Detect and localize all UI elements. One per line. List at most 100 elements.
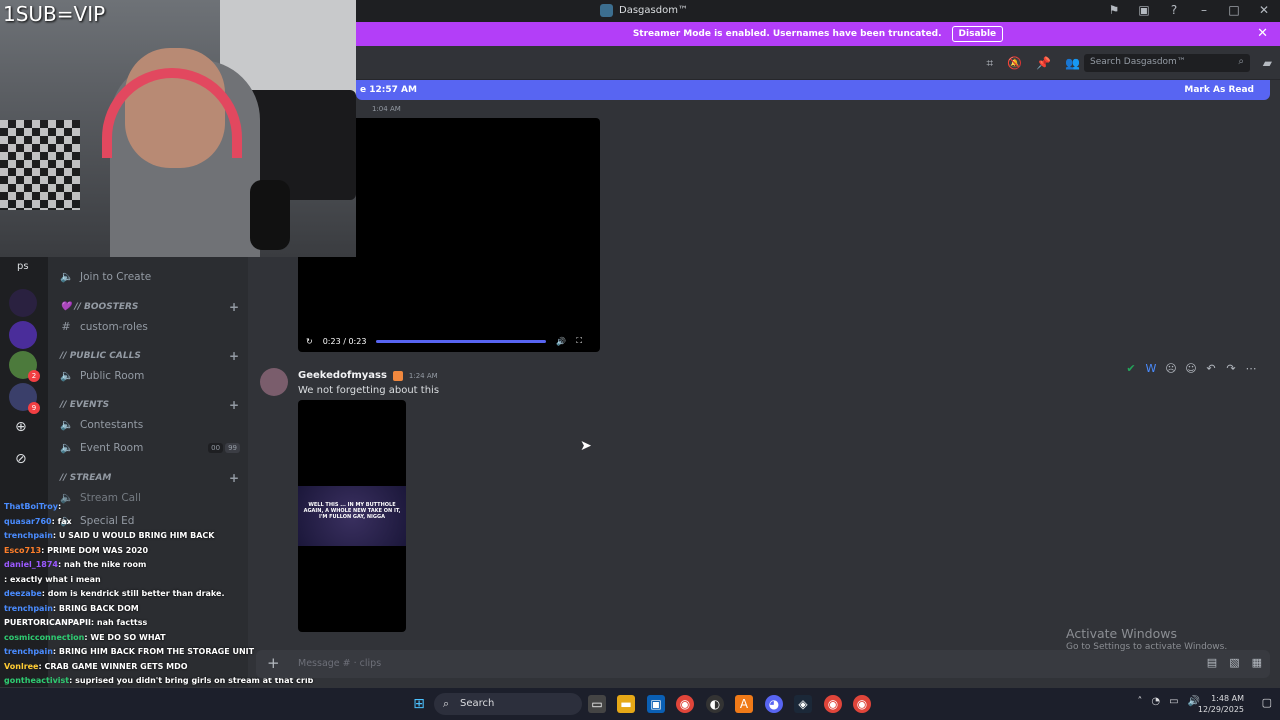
- category-events[interactable]: // Events +: [60, 398, 239, 412]
- wifi-icon[interactable]: ◔: [1151, 696, 1160, 707]
- add-reaction-icon[interactable]: ☺: [1184, 362, 1198, 375]
- explore-icon[interactable]: ⊘: [15, 451, 27, 467]
- gift-icon[interactable]: ▤: [1207, 656, 1217, 669]
- emoji-reaction-icon[interactable]: ☹: [1164, 362, 1178, 375]
- maximize-icon[interactable]: □: [1226, 3, 1242, 17]
- channel-join-to-create[interactable]: 🔈 Join to Create: [60, 270, 151, 283]
- store-icon[interactable]: ▣: [647, 695, 665, 713]
- webcam-text: 1SUB=VIP: [3, 2, 106, 26]
- window-title-text: Dasgasdom™: [619, 5, 688, 16]
- chat-username: daniel_1874: [4, 560, 58, 569]
- video-caption: WELL THIS ... IN MY BUTTHOLE AGAIN, A WH…: [303, 502, 401, 520]
- gif-icon[interactable]: ▧: [1229, 656, 1239, 669]
- app-icon[interactable]: A: [735, 695, 753, 713]
- forward-icon[interactable]: ↷: [1224, 362, 1238, 375]
- new-messages-bar[interactable]: e 12:57 AM Mark As Read: [356, 80, 1270, 100]
- category-label: 💜 // Boosters: [60, 302, 139, 312]
- server-icon[interactable]: [9, 289, 37, 317]
- server-icon[interactable]: 2: [9, 351, 40, 382]
- search-icon: ⌕: [443, 697, 450, 710]
- channel-custom-roles[interactable]: # custom-roles: [60, 320, 148, 333]
- video-controls: ↻ 0:23 / 0:23 🔊 ⛶: [298, 330, 600, 352]
- network-icon[interactable]: ▭: [1169, 696, 1178, 707]
- header-toolbar: ⌗ 🔕 📌 👥: [986, 56, 1080, 71]
- help-icon[interactable]: ?: [1166, 3, 1182, 17]
- mouse-cursor-icon: ➤: [580, 438, 592, 454]
- channel-label: custom-roles: [80, 320, 148, 333]
- sticker-icon[interactable]: ▦: [1252, 656, 1262, 669]
- channel-public-room[interactable]: 🔈 Public Room: [60, 369, 144, 382]
- stream-chat-line: : exactly what i mean: [4, 575, 101, 584]
- search-input[interactable]: Search Dasgasdom™ ⌕: [1084, 54, 1250, 72]
- fullscreen-icon[interactable]: ⛶: [576, 336, 582, 346]
- inbox-icon[interactable]: ▰: [1263, 56, 1272, 70]
- message-input[interactable]: Message # · clips: [298, 658, 381, 669]
- message-timestamp: 1:04 AM: [372, 105, 401, 113]
- file-explorer-icon[interactable]: ▬: [617, 695, 635, 713]
- unread-badge: 2: [28, 370, 40, 382]
- attach-icon[interactable]: +: [267, 654, 280, 672]
- chat-message: : WE DO SO WHAT: [84, 632, 166, 642]
- add-channel-icon[interactable]: +: [229, 398, 239, 412]
- chrome-icon[interactable]: ◉: [853, 695, 871, 713]
- chrome-icon[interactable]: ◉: [676, 695, 694, 713]
- category-public-calls[interactable]: // PUBLIC CALLS +: [60, 349, 239, 363]
- app-icon[interactable]: ◐: [706, 695, 724, 713]
- minimize-icon[interactable]: –: [1196, 3, 1212, 17]
- add-channel-icon[interactable]: +: [229, 300, 239, 314]
- add-channel-icon[interactable]: +: [229, 349, 239, 363]
- w-reaction-icon[interactable]: W: [1144, 362, 1158, 375]
- add-channel-icon[interactable]: +: [229, 471, 239, 485]
- chat-username: PUERTORICANPAPII: [4, 618, 91, 627]
- threads-icon[interactable]: ⌗: [986, 56, 993, 71]
- category-boosters[interactable]: 💜 // Boosters +: [60, 300, 239, 314]
- message-text: We not forgetting about this: [298, 385, 440, 396]
- add-server-icon[interactable]: ⊕: [15, 419, 27, 435]
- chat-message: : dom is kendrick still better than drak…: [41, 589, 225, 598]
- user-limit: 99: [225, 442, 240, 453]
- notifications-icon[interactable]: ▢: [1262, 696, 1272, 709]
- window-title: Dasgasdom™: [600, 4, 688, 17]
- flag-icon[interactable]: ⚑: [1106, 3, 1122, 17]
- server-icon[interactable]: 9: [9, 383, 40, 414]
- start-icon[interactable]: ⊞: [410, 695, 428, 713]
- chrome-icon[interactable]: ◉: [824, 695, 842, 713]
- video-attachment[interactable]: WELL THIS ... IN MY BUTTHOLE AGAIN, A WH…: [298, 400, 406, 632]
- more-icon[interactable]: ⋯: [1244, 362, 1258, 375]
- screen-icon[interactable]: ▣: [1136, 3, 1152, 17]
- discord-icon[interactable]: ◕: [765, 695, 783, 713]
- message-composer[interactable]: + Message # · clips ▤ ▧ ▦: [256, 650, 1270, 678]
- taskbar-search-label: Search: [460, 698, 495, 709]
- mute-icon[interactable]: 🔕: [1007, 56, 1022, 71]
- disable-button[interactable]: Disable: [951, 26, 1004, 42]
- server-icon[interactable]: [9, 321, 37, 349]
- task-view-icon[interactable]: ▭: [588, 695, 606, 713]
- video-progress-bar[interactable]: [376, 339, 547, 343]
- channel-label: Public Room: [80, 369, 145, 382]
- close-icon[interactable]: ✕: [1257, 26, 1268, 41]
- steam-icon[interactable]: ◈: [794, 695, 812, 713]
- volume-icon[interactable]: 🔊: [556, 337, 566, 346]
- pin-icon[interactable]: 📌: [1036, 56, 1051, 71]
- date: 12/29/2025: [1197, 705, 1244, 714]
- close-window-icon[interactable]: ✕: [1256, 3, 1272, 17]
- category-stream[interactable]: // STREAM +: [60, 471, 239, 485]
- stream-chat-line: cosmicconnection: WE DO SO WHAT: [4, 633, 166, 642]
- avatar[interactable]: [260, 368, 288, 396]
- chat-username: trenchpain: [4, 531, 53, 540]
- chat-message: : fax: [51, 516, 72, 526]
- channel-contestants[interactable]: 🔈 Contestants: [60, 418, 143, 431]
- channel-event-room[interactable]: 🔈 Event Room 00 99: [60, 441, 240, 454]
- reply-icon[interactable]: ↶: [1204, 362, 1218, 375]
- chevron-up-icon[interactable]: ˄: [1137, 696, 1142, 707]
- author-name[interactable]: Geekedofmyass: [298, 370, 387, 381]
- replay-icon[interactable]: ↻: [306, 337, 313, 346]
- taskbar-search[interactable]: ⌕ Search: [434, 693, 582, 715]
- clock[interactable]: 1:48 AM 12/29/2025: [1198, 693, 1244, 715]
- role-icon: [392, 370, 403, 381]
- mark-as-read-button[interactable]: Mark As Read: [1184, 85, 1254, 95]
- chat-username: deezabe: [4, 589, 42, 598]
- members-icon[interactable]: 👥: [1065, 56, 1080, 71]
- check-reaction-icon[interactable]: ✔: [1124, 362, 1138, 375]
- chat-username: trenchpain: [4, 603, 53, 613]
